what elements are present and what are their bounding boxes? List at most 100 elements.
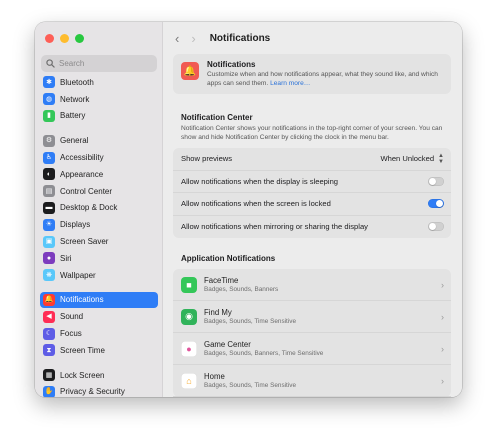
- minimize-button[interactable]: [60, 34, 69, 43]
- toggle-switch[interactable]: [428, 222, 444, 232]
- sidebar-item-label: Desktop & Dock: [60, 203, 118, 213]
- app-detail: Badges, Sounds, Time Sensitive: [204, 318, 297, 325]
- toggle-label: Allow notifications when the display is …: [181, 176, 339, 186]
- show-previews-popup[interactable]: When Unlocked ▲ ▼: [380, 153, 444, 165]
- settings-window: ✱ Bluetooth ◍ Network ▮ Battery ⚙ General ♿ Acces…: [35, 22, 462, 397]
- sidebar-item-sound[interactable]: ◀ Sound: [40, 308, 158, 325]
- updown-chevron-icon: ▲ ▼: [438, 152, 444, 165]
- dock-icon: ▬: [43, 201, 55, 214]
- sidebar-item-label: Control Center: [60, 186, 113, 196]
- app-name: Find My: [204, 308, 232, 317]
- sidebar-item-label: Focus: [60, 329, 82, 339]
- sidebar-item-label: Bluetooth: [60, 77, 94, 87]
- control-center-icon: ▤: [43, 185, 55, 198]
- sidebar-item-label: Wallpaper: [60, 270, 96, 280]
- content: 🔔 Notifications Customize when and how n…: [173, 54, 451, 397]
- app-row[interactable]: ■ FaceTime Badges, Sounds, Banners ›: [173, 269, 451, 301]
- search-input[interactable]: [59, 59, 154, 68]
- window-title: Notifications: [209, 32, 271, 44]
- sidebar-item-lock-screen[interactable]: ▦ Lock Screen: [40, 367, 158, 384]
- notification-center-title: Notification Center: [181, 113, 253, 122]
- toggle-switch[interactable]: [428, 176, 444, 186]
- gear-icon: ⚙: [43, 134, 55, 147]
- sidebar-list: ✱ Bluetooth ◍ Network ▮ Battery ⚙ General ♿ Acces…: [40, 74, 158, 397]
- forward-chevron-icon[interactable]: ›: [191, 32, 195, 45]
- app-notifications-title: Application Notifications: [181, 254, 276, 263]
- sidebar-item-network[interactable]: ◍ Network: [40, 91, 158, 108]
- sidebar-item-label: Screen Saver: [60, 237, 109, 247]
- app-row[interactable]: ● Game Center Badges, Sounds, Banners, Tim…: [173, 333, 451, 365]
- chevron-right-icon: ›: [441, 279, 444, 290]
- toggle-switch[interactable]: [428, 199, 444, 209]
- toggle-row: Allow notifications when the display is …: [173, 171, 451, 193]
- find-my-icon: ◉: [181, 308, 197, 325]
- app-name: FaceTime: [204, 276, 239, 285]
- sidebar-item-bluetooth[interactable]: ✱ Bluetooth: [40, 74, 158, 91]
- sidebar-item-label: Privacy & Security: [60, 387, 125, 397]
- toggle-label: Allow notifications when mirroring or sh…: [181, 222, 368, 232]
- bluetooth-icon: ✱: [43, 76, 55, 89]
- sidebar-item-accessibility[interactable]: ♿ Accessibility: [40, 149, 158, 166]
- accessibility-icon: ♿: [43, 151, 55, 164]
- sidebar-item-label: Sound: [60, 312, 84, 322]
- hourglass-icon: ⧗: [43, 344, 55, 357]
- sidebar-item-wallpaper[interactable]: ❋ Wallpaper: [40, 267, 158, 284]
- sidebar-item-battery[interactable]: ▮ Battery: [40, 108, 158, 125]
- app-row[interactable]: ⌂ Home Badges, Sounds, Time Sensitive ›: [173, 365, 451, 397]
- sidebar-item-label: Accessibility: [60, 153, 104, 163]
- header-card: 🔔 Notifications Customize when and how n…: [173, 54, 451, 94]
- show-previews-row: Show previews When Unlocked ▲ ▼: [173, 148, 451, 171]
- sidebar-item-general[interactable]: ⚙ General: [40, 132, 158, 149]
- toggle-row: Allow notifications when the screen is l…: [173, 193, 451, 216]
- lock-screen-icon: ▦: [43, 369, 55, 382]
- sidebar-item-screen-time[interactable]: ⧗ Screen Time: [40, 342, 158, 359]
- sidebar-item-privacy-security[interactable]: ✋ Privacy & Security: [40, 384, 158, 397]
- sidebar-item-label: Screen Time: [60, 345, 105, 355]
- toolbar: ‹ › Notifications: [163, 22, 462, 54]
- speaker-icon: ◀: [43, 310, 55, 323]
- window-controls: [45, 34, 84, 43]
- app-notifications-list: ■ FaceTime Badges, Sounds, Banners › ◉ Find M…: [173, 269, 451, 397]
- zoom-button[interactable]: [75, 34, 84, 43]
- sidebar-item-label: General: [60, 136, 89, 146]
- hand-icon: ✋: [43, 385, 55, 397]
- sidebar: ✱ Bluetooth ◍ Network ▮ Battery ⚙ General ♿ Acces…: [35, 22, 163, 397]
- notification-center-settings: Show previews When Unlocked ▲ ▼ Allow not…: [173, 148, 451, 238]
- sidebar-item-screen-saver[interactable]: ▣ Screen Saver: [40, 233, 158, 250]
- show-previews-value: When Unlocked: [380, 154, 435, 164]
- back-chevron-icon[interactable]: ‹: [175, 32, 179, 45]
- toggle-row: Allow notifications when mirroring or sh…: [173, 216, 451, 239]
- sidebar-item-label: Siri: [60, 253, 72, 263]
- facetime-icon: ■: [181, 276, 197, 293]
- learn-more-link[interactable]: Learn more…: [270, 80, 310, 87]
- sidebar-item-label: Network: [60, 94, 90, 104]
- app-row[interactable]: ◉ Find My Badges, Sounds, Time Sensitive ›: [173, 301, 451, 333]
- wallpaper-icon: ❋: [43, 269, 55, 282]
- moon-icon: ☾: [43, 327, 55, 340]
- screen-saver-icon: ▣: [43, 235, 55, 248]
- sidebar-item-label: Notifications: [60, 295, 104, 305]
- sidebar-item-label: Displays: [60, 220, 91, 230]
- sidebar-item-notifications[interactable]: 🔔 Notifications: [40, 291, 158, 309]
- appearance-icon: ◐: [43, 168, 55, 181]
- game-center-icon: ●: [181, 340, 197, 357]
- globe-icon: ◍: [43, 93, 55, 106]
- displays-icon: ☀: [43, 218, 55, 231]
- sidebar-item-desktop-dock[interactable]: ▬ Desktop & Dock: [40, 200, 158, 217]
- close-button[interactable]: [45, 34, 54, 43]
- show-previews-label: Show previews: [181, 154, 233, 164]
- chevron-right-icon: ›: [441, 311, 444, 322]
- sidebar-item-focus[interactable]: ☾ Focus: [40, 325, 158, 342]
- main-pane: ‹ › Notifications 🔔 Notifications Custom…: [163, 22, 462, 397]
- siri-icon: ●: [43, 252, 55, 265]
- bell-icon: 🔔: [43, 293, 55, 306]
- search-field[interactable]: [41, 55, 157, 72]
- sidebar-item-displays[interactable]: ☀ Displays: [40, 216, 158, 233]
- chevron-right-icon: ›: [441, 375, 444, 386]
- sidebar-item-siri[interactable]: ● Siri: [40, 250, 158, 267]
- toggle-label: Allow notifications when the screen is l…: [181, 199, 331, 209]
- app-name: Home: [204, 372, 225, 381]
- header-title: Notifications: [207, 60, 256, 69]
- sidebar-item-control-center[interactable]: ▤ Control Center: [40, 183, 158, 200]
- sidebar-item-appearance[interactable]: ◐ Appearance: [40, 166, 158, 183]
